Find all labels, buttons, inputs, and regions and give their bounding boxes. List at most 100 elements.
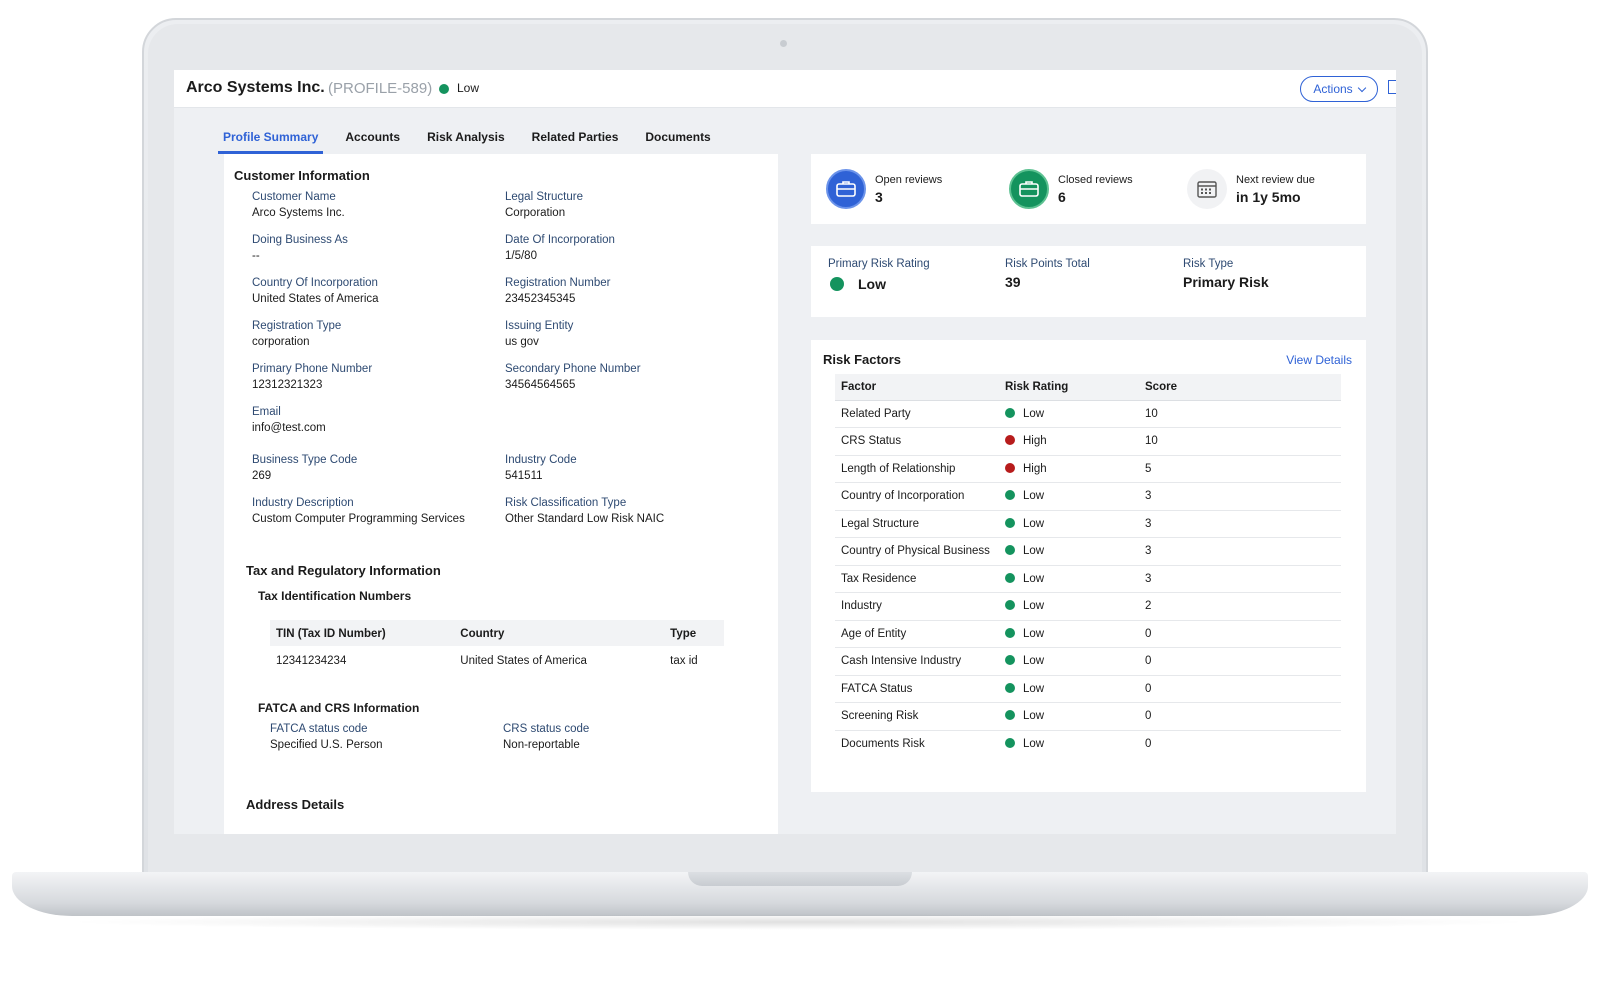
table-row: Tax Residence Low 3 <box>835 565 1341 593</box>
tax-info-title: Tax and Regulatory Information <box>246 563 441 578</box>
actions-button-label: Actions <box>1313 82 1353 96</box>
next-review-value: in 1y 5mo <box>1236 189 1301 205</box>
field-label: Business Type Code <box>252 454 358 466</box>
field-primary-phone: Primary Phone Number 12312321323 <box>252 361 492 394</box>
field-value: Specified U.S. Person <box>270 739 383 751</box>
risk-dot-icon <box>1005 655 1015 666</box>
risk-dot-icon <box>1005 407 1015 418</box>
risk-factor-rating: Low <box>999 482 1139 511</box>
risk-status-dot-icon <box>830 277 844 291</box>
field-label: Industry Description <box>252 497 354 509</box>
risk-factor-rating: High <box>999 427 1139 456</box>
field-label: CRS status code <box>503 723 590 735</box>
risk-rating-label: High <box>1023 462 1047 475</box>
field-issuing-entity: Issuing Entity us gov <box>505 318 745 351</box>
next-review-label: Next review due <box>1236 174 1315 186</box>
view-details-link[interactable]: View Details <box>1286 353 1352 367</box>
risk-factor-name: Length of Relationship <box>835 455 999 483</box>
tin-cell: tax id <box>670 655 698 667</box>
field-label: Risk Classification Type <box>505 497 627 509</box>
risk-factor-score: 3 <box>1139 510 1341 538</box>
field-label: Registration Type <box>252 320 342 332</box>
table-row: 12341234234 United States of America tax… <box>270 646 724 676</box>
customer-info-title: Customer Information <box>234 168 370 183</box>
risk-factor-score: 0 <box>1139 620 1341 648</box>
field-customer-name: Customer Name Arco Systems Inc. <box>252 189 492 222</box>
field-label: Doing Business As <box>252 234 348 246</box>
field-label: Date Of Incorporation <box>505 234 615 246</box>
field-value: Custom Computer Programming Services <box>252 513 465 525</box>
risk-factor-rating: Low <box>999 647 1139 676</box>
risk-rating-label: Low <box>1023 738 1045 750</box>
risk-factors-title: Risk Factors <box>823 352 902 367</box>
app-screen: Arco Systems Inc. (PROFILE-589) Low Acti… <box>174 70 1396 834</box>
primary-risk-label: Primary Risk Rating <box>828 258 930 270</box>
tab-risk-analysis[interactable]: Risk Analysis <box>422 126 510 154</box>
customer-info-panel: Customer Information Customer Name Arco … <box>224 154 778 834</box>
table-row: Screening Risk Low 0 <box>835 702 1341 731</box>
field-fatca-status: FATCA status code Specified U.S. Person <box>270 721 510 754</box>
risk-dot-icon <box>1005 435 1015 446</box>
panel-toggle-icon[interactable] <box>1388 80 1396 94</box>
field-registration-number: Registration Number 23452345345 <box>505 275 745 308</box>
risk-factor-name: Country of Physical Business <box>835 537 999 566</box>
tab-profile-summary[interactable]: Profile Summary <box>218 126 324 154</box>
field-value: corporation <box>252 336 310 348</box>
field-email: Email info@test.com <box>252 404 492 437</box>
risk-rating-label: Low <box>1023 682 1045 695</box>
address-title: Address Details <box>246 797 345 812</box>
risk-factor-rating: Low <box>999 510 1139 538</box>
risk-factor-rating: Low <box>999 400 1139 428</box>
risk-factors-body: Related Party Low 10 CRS Status High 10 Length… <box>835 400 1341 758</box>
tab-related-parties[interactable]: Related Parties <box>527 126 624 154</box>
table-row: FATCA Status Low 0 <box>835 675 1341 703</box>
risk-factor-name: Age of Entity <box>835 620 999 648</box>
risk-factor-score: 0 <box>1139 675 1341 703</box>
risk-factor-rating: High <box>999 455 1139 483</box>
risk-points-label: Risk Points Total <box>1005 258 1090 270</box>
risk-factor-rating: Low <box>999 675 1139 703</box>
risk-rating-label: Low <box>1023 490 1045 503</box>
risk-rating-label: Low <box>1023 710 1045 723</box>
risk-factor-score: 0 <box>1139 647 1341 676</box>
risk-factor-rating: Low <box>999 565 1139 593</box>
column-header-factor: Factor <box>835 374 999 401</box>
field-label: Secondary Phone Number <box>505 363 641 375</box>
field-value: info@test.com <box>252 422 326 434</box>
field-legal-structure: Legal Structure Corporation <box>505 189 745 222</box>
column-header-score: Score <box>1139 374 1341 401</box>
risk-rating-label: Low <box>1023 517 1045 530</box>
risk-dot-icon <box>1005 517 1015 528</box>
tin-cell: United States of America <box>460 655 587 667</box>
risk-factor-name: Screening Risk <box>835 702 999 731</box>
field-secondary-phone: Secondary Phone Number 34564564565 <box>505 361 745 394</box>
risk-factor-name: Related Party <box>835 400 999 428</box>
open-reviews-label: Open reviews <box>875 174 943 186</box>
table-row: Industry Low 2 <box>835 592 1341 621</box>
table-row: CRS Status High 10 <box>835 427 1341 456</box>
table-row: Country of Incorporation Low 3 <box>835 482 1341 511</box>
risk-factor-score: 0 <box>1145 738 1152 750</box>
table-row: Legal Structure Low 3 <box>835 510 1341 538</box>
table-row: Documents Risk Low 0 <box>835 730 1341 758</box>
risk-rating-label: Low <box>1023 655 1045 668</box>
risk-type-label: Risk Type <box>1183 258 1234 270</box>
field-business-type-code: Business Type Code 269 <box>252 452 492 485</box>
risk-type-value: Primary Risk <box>1183 274 1269 290</box>
risk-factor-name: Legal Structure <box>835 510 999 538</box>
risk-status-dot-icon <box>439 84 449 94</box>
risk-rating-label: Low <box>1023 572 1045 585</box>
risk-factor-name: Documents Risk <box>841 738 925 750</box>
field-label: Issuing Entity <box>505 320 574 332</box>
tab-documents[interactable]: Documents <box>640 126 715 154</box>
field-registration-type: Registration Type corporation <box>252 318 492 351</box>
tab-bar: Profile Summary Accounts Risk Analysis R… <box>218 126 733 154</box>
field-label: Email <box>252 406 281 418</box>
actions-button[interactable]: Actions <box>1300 76 1378 102</box>
risk-factor-name: Industry <box>835 592 999 621</box>
tab-accounts[interactable]: Accounts <box>340 126 405 154</box>
field-value: Other Standard Low Risk NAIC <box>505 513 665 525</box>
field-value: 1/5/80 <box>505 250 537 262</box>
table-row: Country of Physical Business Low 3 <box>835 537 1341 566</box>
field-value: 23452345345 <box>505 293 576 305</box>
